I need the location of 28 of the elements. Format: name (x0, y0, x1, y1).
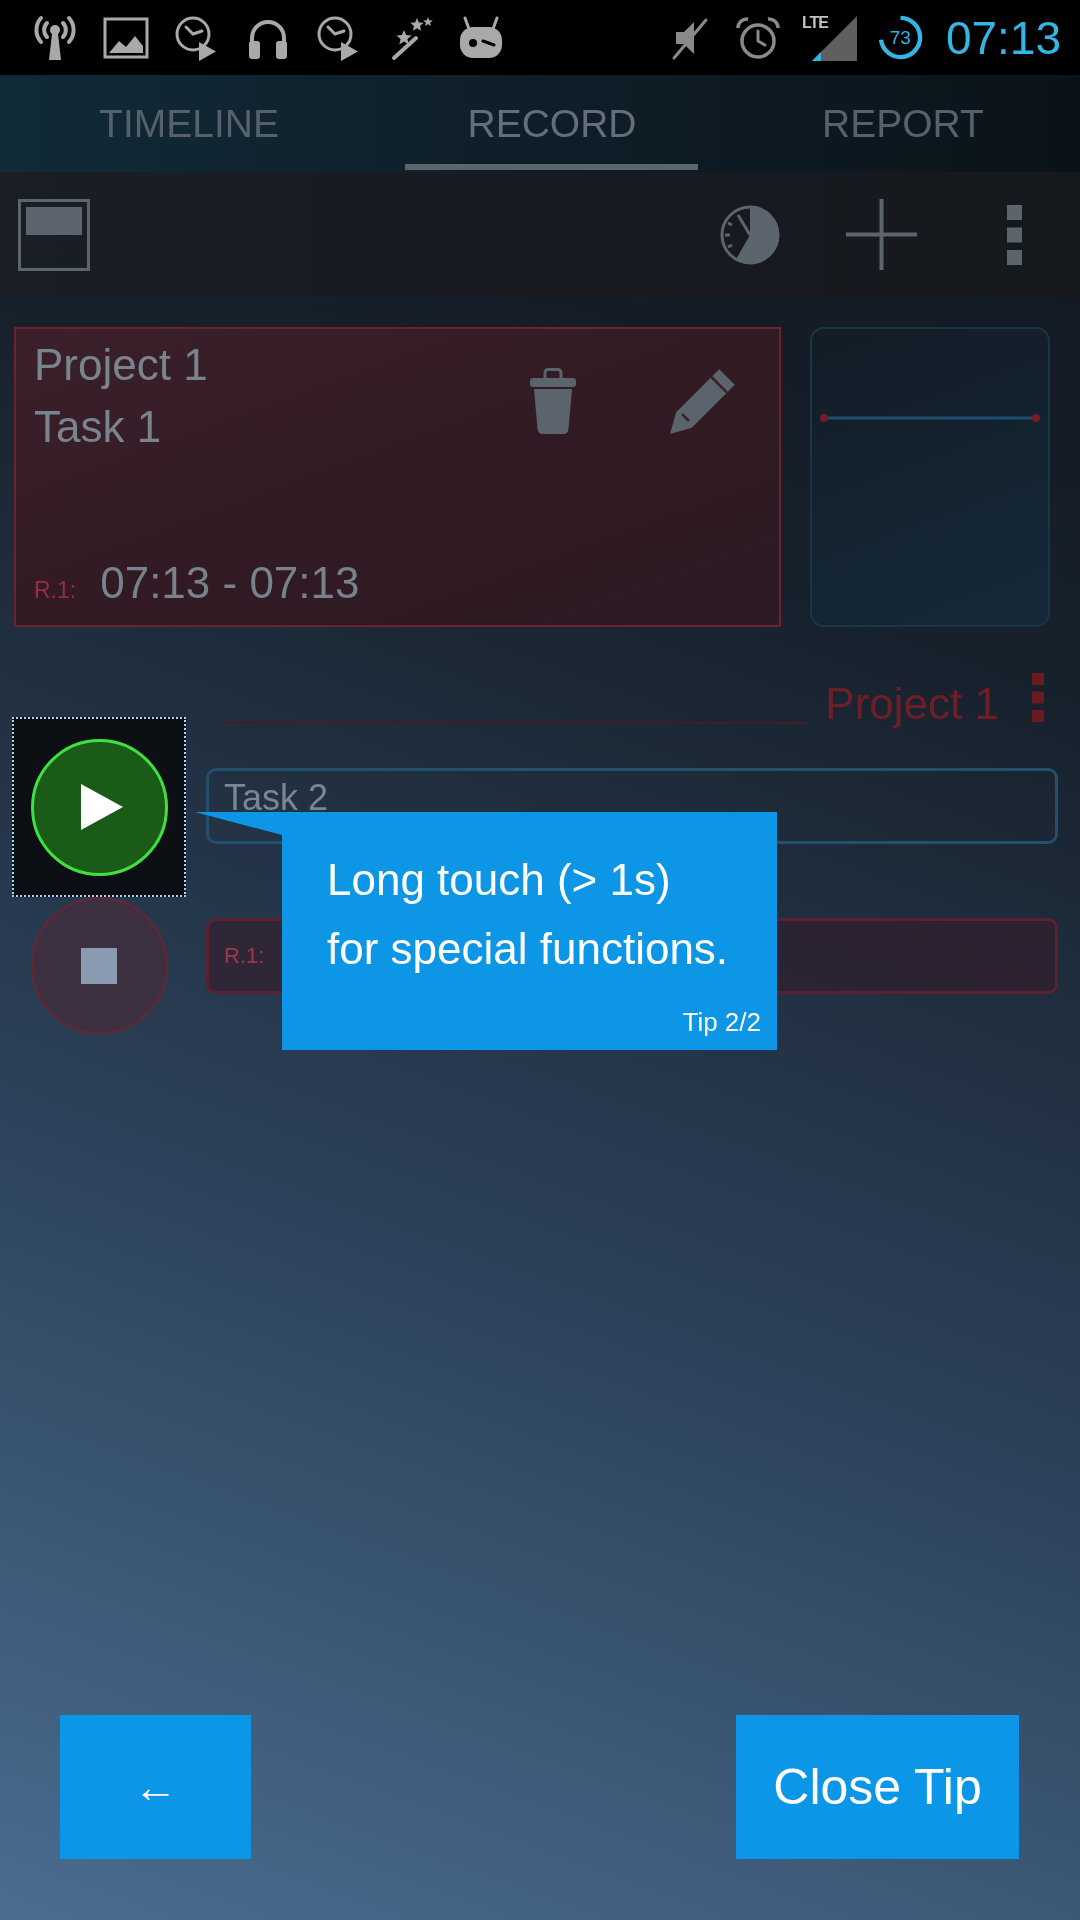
time-range: 07:13 - 07:13 (100, 557, 360, 609)
more-icon[interactable] (1007, 204, 1022, 265)
close-tip-button[interactable]: Close Tip (736, 1715, 1019, 1859)
add-icon[interactable] (846, 199, 917, 270)
network-type-label: LTE (801, 14, 828, 31)
tab[interactable]: REPORT (726, 75, 1080, 172)
card-task-name: Task 1 (34, 401, 163, 453)
project-title: Project 1 (825, 678, 999, 730)
tab[interactable]: TIMELINE (0, 75, 378, 172)
card-project-name: Project 1 (34, 339, 209, 391)
pencil-icon[interactable] (667, 367, 738, 437)
tip-text: Long touch (> 1s) for special functions. (327, 854, 730, 975)
range-field[interactable] (777, 918, 1058, 994)
back-button[interactable]: ← (60, 1715, 251, 1859)
play-icon (81, 784, 123, 830)
tip-counter: Tip 2/2 (682, 1007, 761, 1038)
record-card[interactable]: Project 1 Task 1 R.1: 07:13 - 07:13 (14, 327, 781, 627)
signal-tower-icon (31, 13, 79, 62)
tab[interactable]: RECORD (378, 75, 726, 172)
range-label: R.1: (34, 577, 77, 604)
stop-icon (81, 947, 117, 984)
battery-percent: 73 (889, 27, 911, 48)
status-time: 07:13 (945, 11, 1061, 64)
battery-ring-icon (876, 14, 924, 61)
range-field[interactable]: R.1: (206, 918, 282, 994)
trash-icon[interactable] (530, 368, 576, 434)
panel-icon[interactable] (18, 198, 90, 271)
pie-clock-icon[interactable] (720, 204, 780, 265)
